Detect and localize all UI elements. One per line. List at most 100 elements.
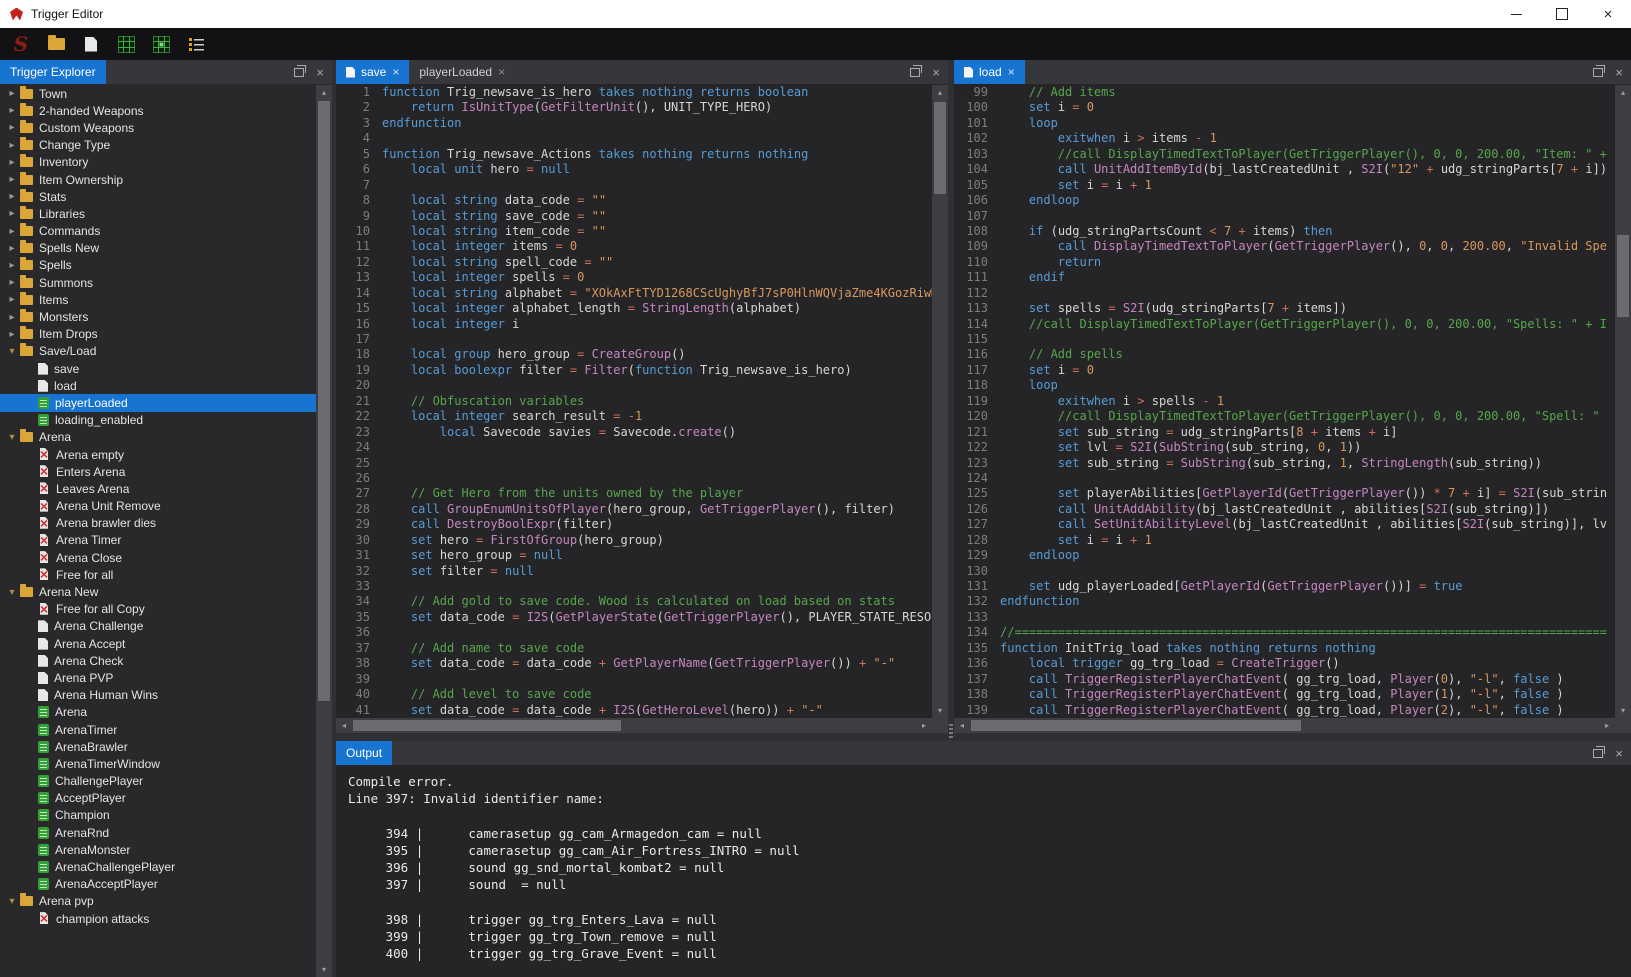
code-line[interactable]: 29 call DestroyBoolExpr(filter) [336,517,932,532]
code-line[interactable]: 38 set data_code = data_code + GetPlayer… [336,656,932,671]
tab-close-icon[interactable]: × [392,66,399,78]
code-line[interactable]: 1function Trig_newsave_is_hero takes not… [336,85,932,100]
chevron-right-icon[interactable]: ▸ [4,122,20,133]
float-panel-icon[interactable] [1593,749,1603,758]
scroll-down-icon[interactable]: ▾ [932,703,948,718]
tree-item-arena-challenge[interactable]: Arena Challenge [0,618,316,635]
code-line[interactable]: 131 set udg_playerLoaded[GetPlayerId(Get… [954,579,1615,594]
code-line-text[interactable]: set data_code = data_code + I2S(GetHeroL… [382,703,823,717]
code-line[interactable]: 26 [336,471,932,486]
tree-item-arena-empty[interactable]: Arena empty [0,446,316,463]
chevron-right-icon[interactable]: ▸ [4,88,20,99]
code-line-text[interactable]: // Obfuscation variables [382,394,584,408]
code-line-text[interactable]: local integer search_result = -1 [382,409,642,423]
tree-item-arena-accept[interactable]: Arena Accept [0,635,316,652]
code-line-text[interactable]: exitwhen i > items - 1 [1000,131,1217,145]
code-line[interactable]: 123 set sub_string = SubString(sub_strin… [954,456,1615,471]
code-line-text[interactable]: call UnitAddAbility(bj_lastCreatedUnit ,… [1000,502,1549,516]
code-line-text[interactable]: local group hero_group = CreateGroup() [382,347,686,361]
code-line-text[interactable]: return [1000,255,1101,269]
code-line-text[interactable]: endif [1000,270,1065,284]
chevron-down-icon[interactable]: ▾ [4,346,20,357]
scroll-down-icon[interactable]: ▾ [1615,703,1631,718]
editor-horizontal-scrollbar[interactable]: ◂ ▸ [336,718,932,733]
code-line[interactable]: 12 local string spell_code = "" [336,255,932,270]
code-line-text[interactable]: set sub_string = SubString(sub_string, 1… [1000,456,1542,470]
code-line[interactable]: 16 local integer i [336,317,932,332]
tree-item-arena-new[interactable]: ▾Arena New [0,583,316,600]
code-line[interactable]: 4 [336,131,932,146]
open-folder-button[interactable] [45,32,67,56]
code-line[interactable]: 9 local string save_code = "" [336,209,932,224]
code-line[interactable]: 34 // Add gold to save code. Wood is cal… [336,594,932,609]
tree-item-free-for-all[interactable]: Free for all [0,566,316,583]
tree-item-arena-close[interactable]: Arena Close [0,549,316,566]
editor-load-code[interactable]: 99 // Add items100 set i = 0101 loop102 … [954,85,1615,718]
chevron-right-icon[interactable]: ▸ [4,260,20,271]
tree-item-arenaacceptplayer[interactable]: ArenaAcceptPlayer [0,876,316,893]
chevron-right-icon[interactable]: ▸ [4,140,20,151]
code-line[interactable]: 22 local integer search_result = -1 [336,409,932,424]
chevron-right-icon[interactable]: ▸ [4,174,20,185]
tree-item-arena-pvp[interactable]: ▾Arena pvp [0,893,316,910]
new-file-button[interactable] [80,32,102,56]
code-line[interactable]: 7 [336,178,932,193]
scroll-up-icon[interactable]: ▴ [316,85,332,100]
code-line-text[interactable]: local Savecode savies = Savecode.create(… [382,425,736,439]
tree-item-summons[interactable]: ▸Summons [0,274,316,291]
tree-item-arena[interactable]: ▾Arena [0,429,316,446]
tree-item-spells-new[interactable]: ▸Spells New [0,240,316,257]
code-line-text[interactable]: set hero = FirstOfGroup(hero_group) [382,533,664,547]
code-line[interactable]: 132endfunction [954,594,1615,609]
editor-horizontal-scrollbar[interactable]: ◂ ▸ [954,718,1615,733]
editor-vertical-scrollbar[interactable]: ▴ ▾ [1615,85,1631,718]
tree-item-change-type[interactable]: ▸Change Type [0,137,316,154]
tree-item-stats[interactable]: ▸Stats [0,188,316,205]
code-line-text[interactable]: function InitTrig_load takes nothing ret… [1000,641,1376,655]
code-line[interactable]: 106 endloop [954,193,1615,208]
code-line-text[interactable]: call GroupEnumUnitsOfPlayer(hero_group, … [382,502,895,516]
code-line[interactable]: 14 local string alphabet = "XOkAxFtTYD12… [336,286,932,301]
code-line-text[interactable]: local string alphabet = "XOkAxFtTYD1268C… [382,286,932,300]
code-line-text[interactable]: //call DisplayTimedTextToPlayer(GetTrigg… [1000,409,1600,423]
tree-item-monsters[interactable]: ▸Monsters [0,308,316,325]
float-panel-icon[interactable] [910,68,920,77]
variable-grid-button[interactable] [115,32,137,56]
code-line-text[interactable]: // Get Hero from the units owned by the … [382,486,743,500]
tree-item-arena-unit-remove[interactable]: Arena Unit Remove [0,498,316,515]
tree-item-inventory[interactable]: ▸Inventory [0,154,316,171]
code-line-text[interactable]: local integer i [382,317,519,331]
code-line-text[interactable]: //call DisplayTimedTextToPlayer(GetTrigg… [1000,147,1607,161]
code-line[interactable]: 27 // Get Hero from the units owned by t… [336,486,932,501]
tree-item-custom-weapons[interactable]: ▸Custom Weapons [0,119,316,136]
code-line[interactable]: 108 if (udg_stringPartsCount < 7 + items… [954,224,1615,239]
code-line-text[interactable]: if (udg_stringPartsCount < 7 + items) th… [1000,224,1332,238]
code-line-text[interactable]: endloop [1000,548,1079,562]
code-line[interactable]: 2 return IsUnitType(GetFilterUnit(), UNI… [336,100,932,115]
scroll-up-icon[interactable]: ▴ [932,85,948,100]
tree-item-load[interactable]: load [0,377,316,394]
chevron-right-icon[interactable]: ▸ [4,208,20,219]
code-line[interactable]: 129 endloop [954,548,1615,563]
code-line[interactable]: 35 set data_code = I2S(GetPlayerState(Ge… [336,610,932,625]
chevron-right-icon[interactable]: ▸ [4,243,20,254]
code-line-text[interactable]: set lvl = S2I(SubString(sub_string, 0, 1… [1000,440,1361,454]
code-line[interactable]: 40 // Add level to save code [336,687,932,702]
code-line[interactable]: 127 call SetUnitAbilityLevel(bj_lastCrea… [954,517,1615,532]
code-line[interactable]: 136 local trigger gg_trg_load = CreateTr… [954,656,1615,671]
code-line-text[interactable]: endfunction [382,116,461,130]
code-line[interactable]: 28 call GroupEnumUnitsOfPlayer(hero_grou… [336,502,932,517]
code-line-text[interactable]: call TriggerRegisterPlayerChatEvent( gg_… [1000,703,1564,717]
code-line-text[interactable]: local string spell_code = "" [382,255,613,269]
scroll-left-icon[interactable]: ◂ [336,718,352,733]
float-panel-icon[interactable] [294,68,304,77]
code-line[interactable]: 6 local unit hero = null [336,162,932,177]
tab-save[interactable]: save × [336,60,409,84]
tree-item-champion[interactable]: Champion [0,807,316,824]
tree-item-arenamonster[interactable]: ArenaMonster [0,841,316,858]
code-line[interactable]: 103 //call DisplayTimedTextToPlayer(GetT… [954,147,1615,162]
code-line[interactable]: 105 set i = i + 1 [954,178,1615,193]
code-line-text[interactable]: // Add spells [1000,347,1123,361]
code-line[interactable]: 139 call TriggerRegisterPlayerChatEvent(… [954,703,1615,718]
code-line-text[interactable]: // Add items [1000,85,1116,99]
